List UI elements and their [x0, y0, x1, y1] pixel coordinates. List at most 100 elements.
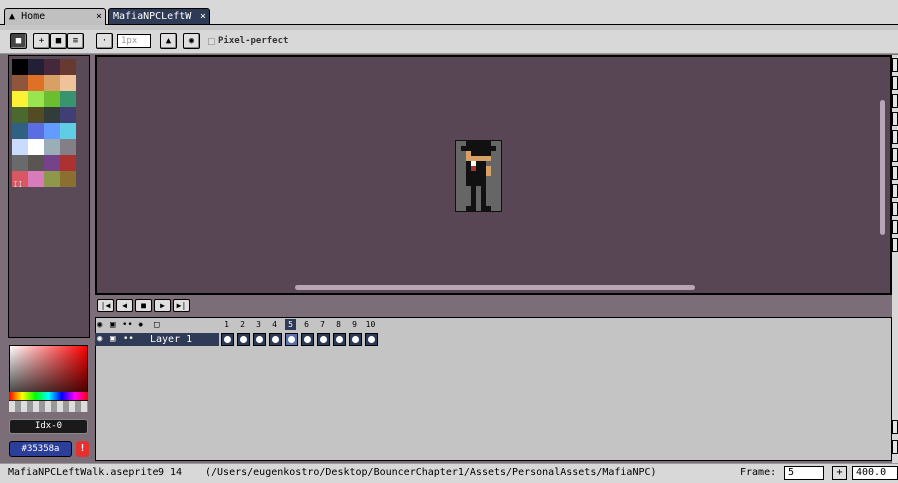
tab-home-close-icon[interactable]: ×: [96, 9, 102, 24]
layer-visible-icon[interactable]: ◉: [97, 333, 102, 346]
layer-lock-icon[interactable]: ▣: [110, 333, 115, 346]
frame-number[interactable]: 4: [269, 319, 280, 330]
cel[interactable]: [221, 333, 234, 346]
palette-swatch[interactable]: [12, 123, 28, 139]
palette-swatch[interactable]: [28, 155, 44, 171]
prev-frame-icon[interactable]: ◀: [116, 299, 133, 312]
palette-swatch[interactable]: [28, 171, 44, 187]
tab-home[interactable]: ▲ Home ×: [4, 8, 106, 25]
palette-swatch[interactable]: [28, 107, 44, 123]
cel[interactable]: [301, 333, 314, 346]
palette-swatch[interactable]: [12, 75, 28, 91]
frame-number[interactable]: 1: [221, 319, 232, 330]
tool-line-icon[interactable]: [892, 220, 898, 234]
cel[interactable]: [285, 333, 298, 346]
palette-swatch[interactable]: [44, 155, 60, 171]
palette-swatch[interactable]: [12, 139, 28, 155]
frame-number[interactable]: 3: [253, 319, 264, 330]
brush-size-input[interactable]: 1px: [117, 34, 151, 48]
layer-name[interactable]: Layer 1: [150, 333, 192, 346]
palette-swatch[interactable]: [60, 155, 76, 171]
cel[interactable]: [349, 333, 362, 346]
palette-swatch[interactable]: [60, 139, 76, 155]
tool-bucket-icon[interactable]: [892, 184, 898, 198]
palette-swatch[interactable]: [44, 107, 60, 123]
tab-mafianpc-close-icon[interactable]: ×: [200, 9, 206, 24]
play-icon[interactable]: ■: [135, 299, 152, 312]
lock-header-icon[interactable]: ▣: [110, 320, 115, 330]
palette-swatch[interactable]: [44, 171, 60, 187]
frame-number[interactable]: 8: [333, 319, 344, 330]
palette-swatch[interactable]: [12, 91, 28, 107]
tool-pencil-icon[interactable]: [892, 94, 898, 108]
layer-row[interactable]: ◉ ▣ •• Layer 1: [95, 333, 219, 346]
cel[interactable]: [269, 333, 282, 346]
tool-eyedropper-icon[interactable]: [892, 130, 898, 144]
tool-text-icon[interactable]: [892, 238, 898, 252]
palette-swatch[interactable]: [28, 59, 44, 75]
palette-options-icon[interactable]: ≡: [67, 33, 84, 49]
tab-mafianpc[interactable]: MafiaNPCLeftW ×: [108, 8, 210, 25]
lock-icon[interactable]: ■: [10, 33, 27, 49]
palette-swatch[interactable]: [28, 91, 44, 107]
cel[interactable]: [317, 333, 330, 346]
palette-swatch[interactable]: [12, 59, 28, 75]
cel[interactable]: [333, 333, 346, 346]
canvas-horizontal-scrollbar[interactable]: [295, 285, 695, 290]
frame-number[interactable]: 9: [349, 319, 360, 330]
palette-swatch[interactable]: [28, 123, 44, 139]
tool-move-icon[interactable]: [892, 166, 898, 180]
add-color-icon[interactable]: +: [33, 33, 50, 49]
continuous-header-icon[interactable]: ••: [122, 320, 133, 330]
palette-swatch[interactable]: [28, 75, 44, 91]
onion-skin-icon[interactable]: □: [154, 320, 159, 330]
visibility-header-icon[interactable]: ◉: [97, 320, 102, 330]
palette-swatch[interactable]: [44, 139, 60, 155]
last-frame-icon[interactable]: ▶|: [173, 299, 190, 312]
frame-number[interactable]: 10: [365, 319, 376, 330]
tool-preview-icon[interactable]: [892, 420, 898, 434]
palette-swatch[interactable]: [44, 59, 60, 75]
cel[interactable]: [365, 333, 378, 346]
brush-type-icon[interactable]: ·: [96, 33, 113, 49]
palette-swatch[interactable]: [12, 107, 28, 123]
add-frame-button[interactable]: +: [832, 466, 847, 480]
tool-eraser-icon[interactable]: [892, 112, 898, 126]
tool-options-icon[interactable]: [892, 440, 898, 454]
palette-swatch[interactable]: [44, 91, 60, 107]
palette-swatch[interactable]: [44, 123, 60, 139]
palette-swatch[interactable]: [12, 155, 28, 171]
pixel-perfect-checkbox[interactable]: [208, 38, 215, 45]
alpha-slider[interactable]: [9, 401, 88, 412]
brush-shape-icon[interactable]: ▲: [160, 33, 177, 49]
zoom-input[interactable]: 400.0: [852, 466, 898, 480]
palette-swatch[interactable]: [28, 139, 44, 155]
palette-swatch[interactable]: [60, 75, 76, 91]
next-frame-icon[interactable]: ▶: [154, 299, 171, 312]
tool-lasso-icon[interactable]: [892, 76, 898, 90]
frame-number[interactable]: 6: [301, 319, 312, 330]
cel[interactable]: [253, 333, 266, 346]
frame-number[interactable]: 5: [285, 319, 296, 330]
palette-swatch[interactable]: [60, 107, 76, 123]
palette-swatch[interactable]: [44, 75, 60, 91]
layer-continuous-icon[interactable]: ••: [123, 333, 134, 346]
tool-marquee-icon[interactable]: [892, 58, 898, 72]
palette-menu-icon[interactable]: ■: [50, 33, 67, 49]
first-frame-icon[interactable]: |◀: [97, 299, 114, 312]
frame-number[interactable]: 2: [237, 319, 248, 330]
color-index-label[interactable]: Idx-0: [9, 419, 88, 434]
tool-shape-icon[interactable]: [892, 202, 898, 216]
layers-header-icon[interactable]: ✹: [138, 320, 143, 330]
canvas-vertical-scrollbar[interactable]: [880, 100, 885, 235]
foreground-color-hex[interactable]: #35358a: [9, 441, 72, 457]
palette-swatch[interactable]: [60, 123, 76, 139]
frame-number[interactable]: 7: [317, 319, 328, 330]
frame-input[interactable]: 5: [784, 466, 824, 480]
cel[interactable]: [237, 333, 250, 346]
palette-swatch[interactable]: [60, 59, 76, 75]
hue-slider[interactable]: [9, 392, 88, 400]
palette-swatch[interactable]: [60, 91, 76, 107]
ink-icon[interactable]: ◉: [183, 33, 200, 49]
palette-swatch[interactable]: [60, 171, 76, 187]
